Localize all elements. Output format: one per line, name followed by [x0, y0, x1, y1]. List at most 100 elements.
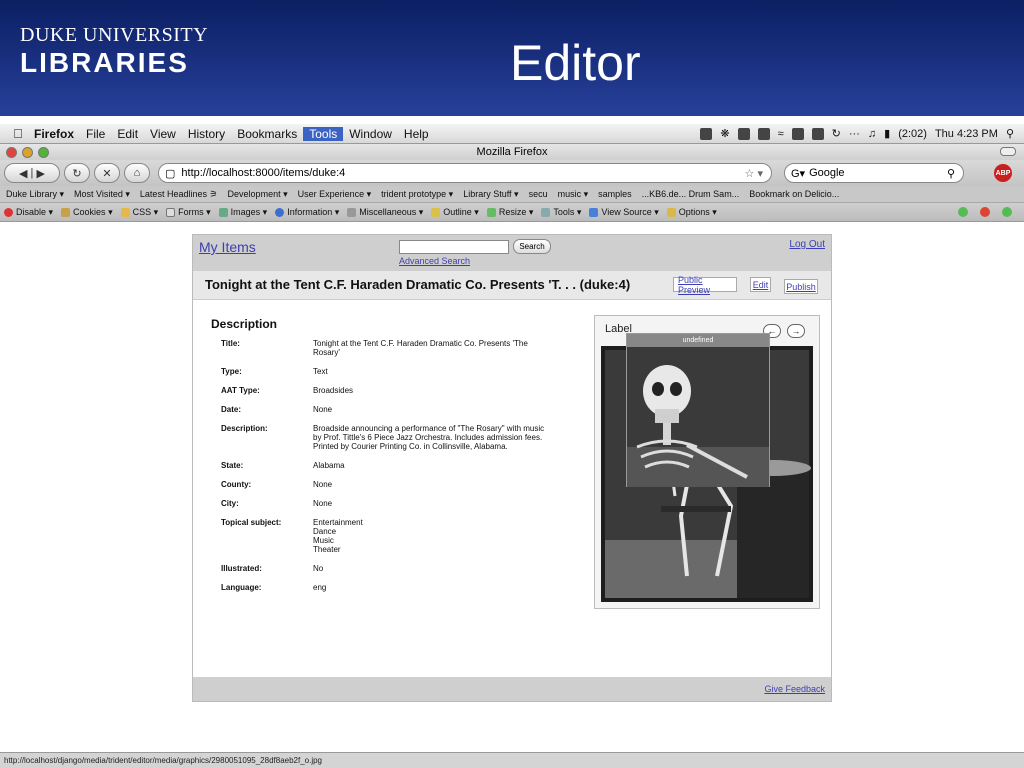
reload-button[interactable]: ↻ — [64, 163, 90, 183]
my-items-link[interactable]: My Items — [199, 239, 256, 255]
menu-view[interactable]: View — [144, 127, 182, 141]
menu-app-firefox[interactable]: Firefox — [28, 127, 80, 141]
more-icon[interactable]: ··· — [849, 128, 860, 140]
public-preview-button[interactable]: Public Preview — [673, 275, 737, 295]
forms-icon — [166, 207, 176, 217]
dev-outline-label: Outline ▾ — [443, 206, 479, 217]
item-title-bar: Tonight at the Tent C.F. Haraden Dramati… — [193, 271, 831, 300]
skeleton-closeup-photo[interactable] — [627, 347, 769, 487]
home-button[interactable]: ⌂ — [124, 163, 150, 183]
dev-resize[interactable]: Resize ▾ — [486, 207, 533, 218]
js-valid-icon[interactable] — [1002, 207, 1012, 217]
images-icon — [218, 207, 228, 217]
bookmark-item[interactable]: Duke Library ▾ — [6, 189, 64, 200]
menu-bookmarks[interactable]: Bookmarks — [231, 127, 303, 141]
search-engine-icon[interactable]: G▾ — [791, 167, 805, 180]
back-forward-buttons[interactable]: ◀ | ▶ — [4, 163, 60, 183]
bookmark-item[interactable]: secu — [529, 189, 548, 199]
stop-icon: ✕ — [102, 167, 112, 180]
dev-images[interactable]: Images ▾ — [218, 207, 267, 218]
miscellaneous-icon — [347, 207, 357, 217]
publish-button[interactable]: Publish — [784, 279, 818, 294]
search-button[interactable]: Search — [513, 239, 551, 254]
app-header: My Items Search Advanced Search Log Out — [193, 235, 831, 271]
html-error-icon[interactable] — [980, 207, 990, 217]
apple-icon[interactable]:  — [8, 126, 28, 141]
bookmark-item[interactable]: Library Stuff ▾ — [463, 189, 518, 200]
tray-icon-2[interactable] — [737, 127, 750, 140]
toolbar-toggle-icon[interactable] — [1000, 147, 1016, 156]
field-value: No — [313, 564, 553, 583]
bookmark-item[interactable]: samples — [598, 189, 632, 199]
battery-icon[interactable]: ▮ — [884, 127, 890, 140]
search-input[interactable] — [399, 240, 509, 254]
description-heading: Description — [211, 317, 278, 331]
search-icon[interactable]: ⚲ — [947, 167, 955, 180]
reload-icon: ↻ — [72, 167, 82, 180]
time-machine-icon[interactable]: ↻ — [832, 127, 841, 140]
bookmark-item[interactable]: ...KB6.de... Drum Sam... — [642, 189, 740, 199]
tray-icon-4[interactable] — [811, 127, 824, 140]
advanced-search-link[interactable]: Advanced Search — [399, 256, 470, 266]
bookmark-item[interactable]: trident prototype ▾ — [381, 189, 453, 200]
dev-miscellaneous[interactable]: Miscellaneous ▾ — [347, 207, 423, 218]
bookmark-star-icon[interactable]: ☆ ▾ — [745, 167, 763, 180]
wifi-icon[interactable]: ≈ — [778, 128, 784, 140]
spotlight-icon[interactable]: ⚲ — [1006, 127, 1014, 140]
url-text[interactable]: http://localhost:8000/items/duke:4 — [181, 167, 345, 179]
dev-options-label: Options ▾ — [678, 206, 717, 217]
menu-file[interactable]: File — [80, 127, 111, 141]
field-row: Date: None — [221, 405, 561, 424]
dev-forms[interactable]: Forms ▾ — [166, 207, 211, 218]
menu-help[interactable]: Help — [398, 127, 435, 141]
bookmarks-toolbar: Duke Library ▾ Most Visited ▾ Latest Hea… — [0, 186, 1024, 203]
asterisk-icon[interactable]: ❋ — [720, 127, 729, 140]
dev-disable[interactable]: Disable ▾ — [4, 207, 53, 218]
field-row: State: Alabama — [221, 461, 561, 480]
dev-options[interactable]: Options ▾ — [666, 206, 717, 218]
field-label: State: — [221, 461, 244, 470]
bookmark-item[interactable]: Development ▾ — [228, 189, 288, 200]
field-value-line: Broadside announcing a performance of "T… — [313, 424, 545, 433]
field-row: County: None — [221, 480, 561, 499]
dev-information[interactable]: Information ▾ — [275, 207, 339, 218]
volume-icon[interactable]: ♫ — [868, 128, 876, 140]
adblock-icon[interactable]: ABP — [994, 164, 1012, 182]
bookmark-item[interactable]: Latest Headlines ⚞ — [140, 189, 218, 200]
menu-tools[interactable]: Tools — [303, 126, 344, 141]
menu-edit[interactable]: Edit — [111, 127, 144, 141]
search-bar[interactable]: G▾ Google ⚲ — [784, 163, 964, 183]
dev-tools[interactable]: Tools ▾ — [541, 207, 581, 218]
forward-icon[interactable]: ▶ — [36, 167, 44, 180]
stop-button[interactable]: ✕ — [94, 163, 120, 183]
tray-icon-3[interactable] — [757, 127, 770, 140]
dev-css[interactable]: CSS ▾ — [120, 206, 159, 218]
bookmark-item[interactable]: music ▾ — [558, 189, 589, 200]
next-image-button[interactable]: → — [787, 324, 805, 338]
dev-css-label: CSS ▾ — [132, 206, 159, 217]
clock[interactable]: Thu 4:23 PM — [935, 128, 998, 140]
tray-app-icon[interactable] — [700, 127, 713, 140]
log-out-link[interactable]: Log Out — [789, 239, 825, 250]
dev-view-source[interactable]: View Source ▾ — [589, 207, 659, 218]
window-title: Mozilla Firefox — [476, 146, 548, 158]
field-label: Illustrated: — [221, 564, 262, 573]
field-value-line: Printed by Courier Printing Co. in Colli… — [313, 442, 508, 451]
css-valid-icon[interactable] — [958, 207, 968, 217]
dev-outline[interactable]: Outline ▾ — [431, 207, 479, 218]
field-value-line: None — [313, 480, 333, 489]
outline-icon — [431, 207, 441, 217]
menu-history[interactable]: History — [182, 127, 231, 141]
field-value-line: eng — [313, 583, 327, 592]
back-icon[interactable]: ◀ — [19, 167, 27, 180]
search-engine-name[interactable]: Google — [809, 167, 844, 179]
bookmark-item[interactable]: Bookmark on Delicio... — [749, 189, 839, 199]
bookmark-item[interactable]: User Experience ▾ — [298, 189, 372, 200]
url-bar[interactable]: ▢ http://localhost:8000/items/duke:4 ☆ ▾ — [158, 163, 772, 183]
give-feedback-link[interactable]: Give Feedback — [764, 684, 825, 694]
bookmark-item[interactable]: Most Visited ▾ — [74, 189, 130, 200]
display-icon[interactable] — [791, 127, 804, 140]
edit-button[interactable]: Edit — [750, 277, 771, 292]
menu-window[interactable]: Window — [343, 127, 398, 141]
dev-cookies[interactable]: Cookies ▾ — [61, 207, 113, 218]
